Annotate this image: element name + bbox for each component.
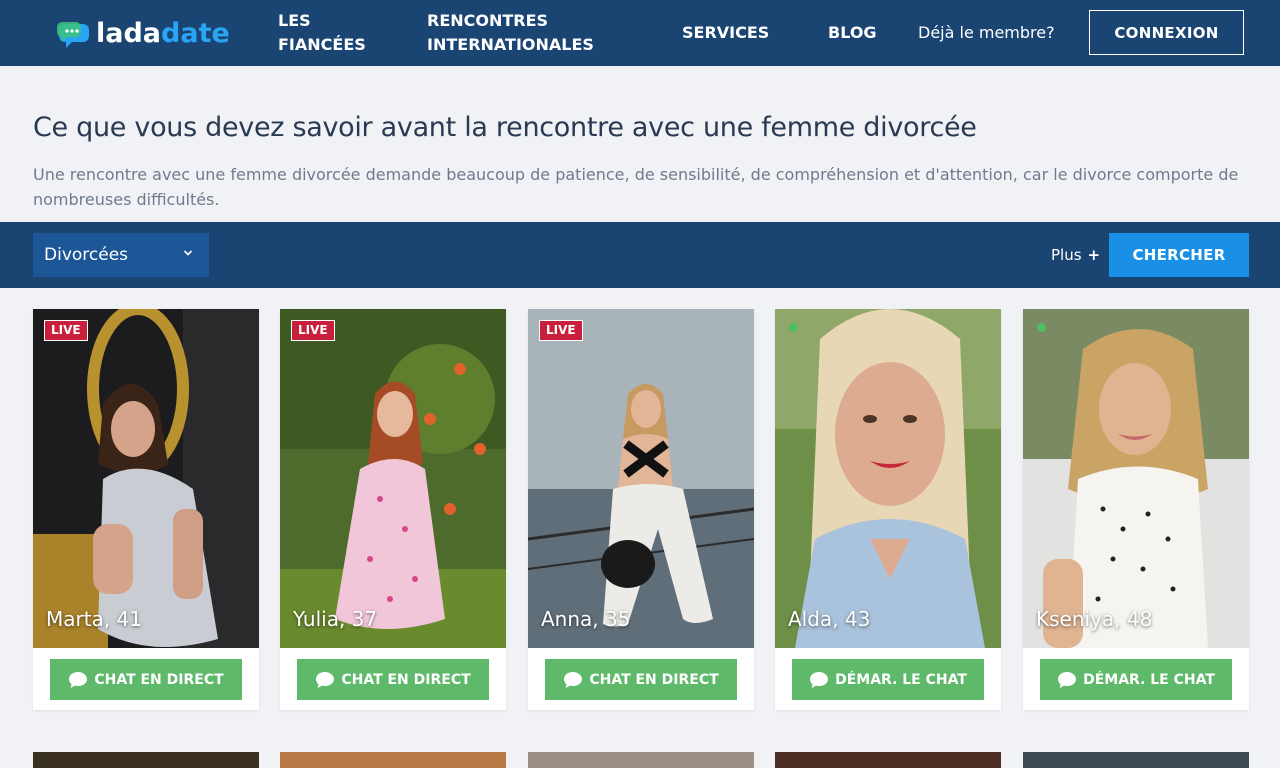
profile-photo-image	[528, 309, 754, 648]
live-badge: LIVE	[291, 320, 335, 341]
online-indicator	[1037, 323, 1046, 332]
chat-button[interactable]: DÉMAR. LE CHAT	[1040, 659, 1232, 700]
page-title: Ce que vous devez savoir avant la rencon…	[33, 112, 977, 143]
nav-blog[interactable]: BLOG	[828, 21, 877, 45]
profile-name: Yulia, 37	[293, 607, 378, 631]
profile-card-peek[interactable]	[528, 752, 754, 768]
profile-card[interactable]: Alda, 43 DÉMAR. LE CHAT	[775, 309, 1001, 710]
chat-bubble-icon	[316, 671, 335, 688]
chat-button[interactable]: CHAT EN DIRECT	[50, 659, 242, 700]
profile-photo-image	[280, 309, 506, 648]
profile-card[interactable]: LIVE Yulia, 37 CHAT EN DIRECT	[280, 309, 506, 710]
chat-button-label: DÉMAR. LE CHAT	[1083, 671, 1215, 688]
login-button[interactable]: CONNEXION	[1089, 10, 1244, 55]
more-filters-label: Plus	[1051, 246, 1082, 264]
logo-text: ladadate	[96, 17, 230, 49]
chat-button-label: CHAT EN DIRECT	[94, 671, 224, 688]
nav-fiancees[interactable]: LES FIANCÉES	[278, 9, 388, 57]
profile-card-peek[interactable]	[775, 752, 1001, 768]
live-badge: LIVE	[44, 320, 88, 341]
chat-button[interactable]: CHAT EN DIRECT	[545, 659, 737, 700]
nav-international[interactable]: RENCONTRES INTERNATIONALES	[427, 9, 617, 57]
page-subtitle: Une rencontre avec une femme divorcée de…	[33, 165, 1239, 209]
profile-photo-image	[1023, 309, 1249, 648]
profile-name: Alda, 43	[788, 607, 871, 631]
category-select[interactable]: Divorcées	[33, 233, 209, 277]
logo[interactable]: ladadate	[56, 14, 230, 52]
plus-icon: +	[1087, 246, 1101, 264]
profile-photo[interactable]	[1023, 309, 1249, 648]
search-button[interactable]: CHERCHER	[1109, 233, 1249, 277]
profile-photo[interactable]	[528, 309, 754, 648]
chat-button[interactable]: CHAT EN DIRECT	[297, 659, 489, 700]
profile-photo-image	[33, 309, 259, 648]
category-select-value: Divorcées	[44, 245, 129, 265]
member-text: Déjà le membre?	[918, 23, 1055, 42]
profile-card[interactable]: Kseniya, 48 DÉMAR. LE CHAT	[1023, 309, 1249, 710]
more-filters-link[interactable]: Plus +	[1051, 244, 1100, 266]
profile-name: Marta, 41	[46, 607, 142, 631]
profile-photo[interactable]	[33, 309, 259, 648]
profile-photo[interactable]	[775, 309, 1001, 648]
chat-bubble-icon	[69, 671, 88, 688]
profile-photo[interactable]	[280, 309, 506, 648]
profile-photo-image	[775, 309, 1001, 648]
profile-card-peek[interactable]	[33, 752, 259, 768]
profile-card-peek[interactable]	[280, 752, 506, 768]
chat-button[interactable]: DÉMAR. LE CHAT	[792, 659, 984, 700]
online-indicator	[789, 323, 798, 332]
chat-bubble-icon	[1058, 671, 1077, 688]
chevron-down-icon	[183, 250, 193, 256]
filter-bar: Divorcées Plus + CHERCHER	[0, 222, 1280, 288]
profile-name: Anna, 35	[541, 607, 631, 631]
chat-logo-icon	[57, 22, 89, 48]
profile-card-peek[interactable]	[1023, 752, 1249, 768]
chat-button-label: CHAT EN DIRECT	[341, 671, 471, 688]
live-badge: LIVE	[539, 320, 583, 341]
chat-bubble-icon	[810, 671, 829, 688]
nav-services[interactable]: SERVICES	[682, 21, 769, 45]
chat-button-label: DÉMAR. LE CHAT	[835, 671, 967, 688]
chat-button-label: CHAT EN DIRECT	[589, 671, 719, 688]
profile-name: Kseniya, 48	[1036, 607, 1153, 631]
chat-bubble-icon	[564, 671, 583, 688]
profile-card[interactable]: LIVE Marta, 41 CHAT EN DIRECT	[33, 309, 259, 710]
top-header: ladadate LES FIANCÉES RENCONTRES INTERNA…	[0, 0, 1280, 66]
profile-card[interactable]: LIVE Anna, 35 CHAT EN DIRECT	[528, 309, 754, 710]
